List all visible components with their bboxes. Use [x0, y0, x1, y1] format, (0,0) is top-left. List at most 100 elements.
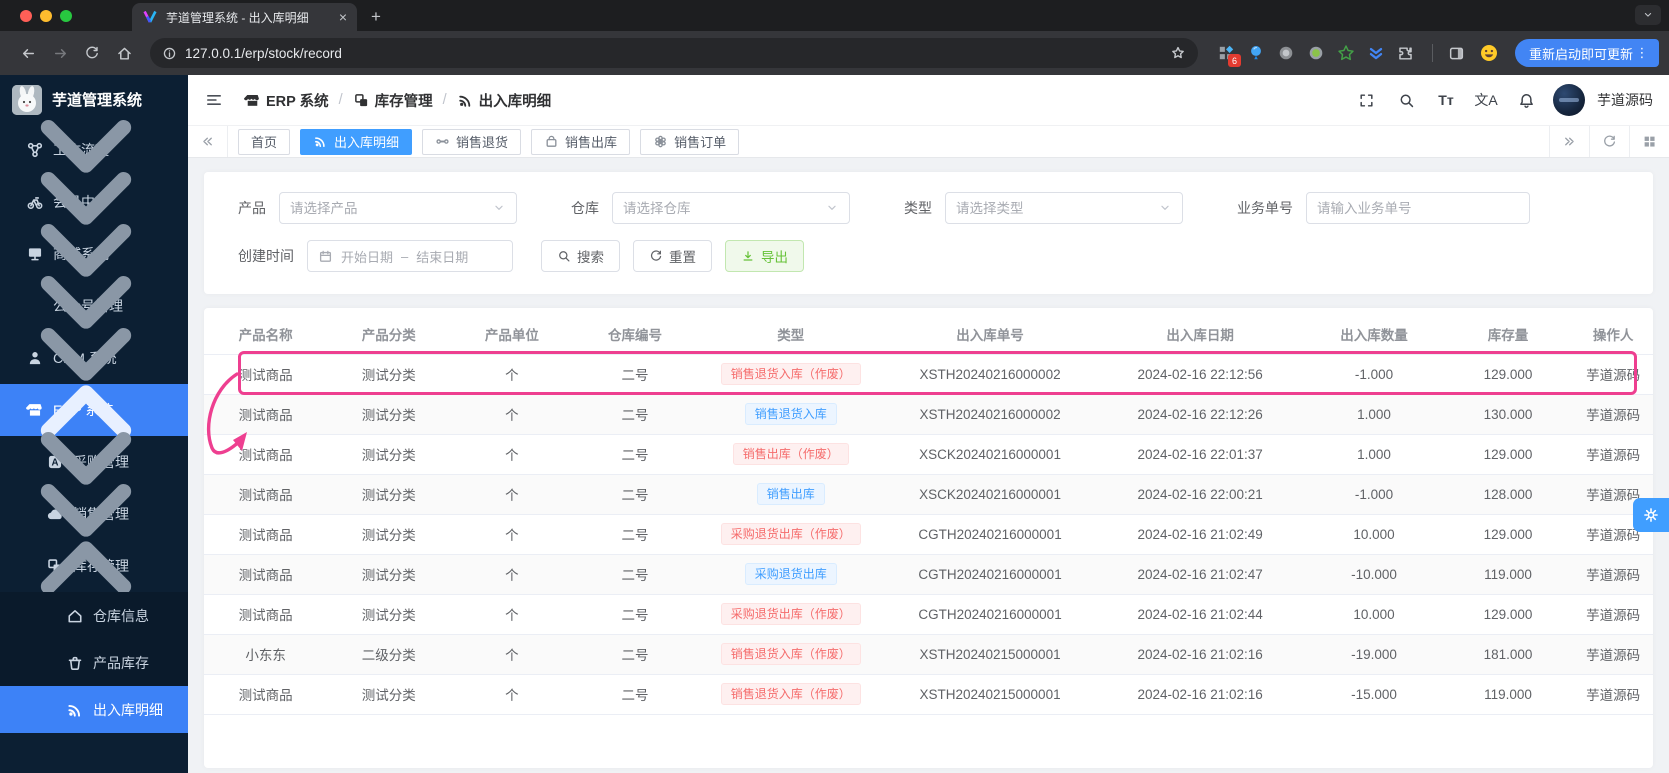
- product-select-input[interactable]: [290, 201, 492, 216]
- breadcrumb-item[interactable]: ERP 系统: [244, 90, 329, 111]
- warehouse-select[interactable]: [612, 192, 850, 224]
- forward-button[interactable]: [46, 39, 74, 67]
- page-tab-销售订单[interactable]: 销售订单: [640, 129, 739, 155]
- browser-menu-icon[interactable]: ⋮: [1635, 45, 1649, 61]
- settings-gear-button[interactable]: [1633, 498, 1669, 532]
- sidebar-item-库存管理[interactable]: 库存管理: [0, 540, 188, 592]
- warehouse-select-input[interactable]: [623, 201, 825, 216]
- page-tab-销售退货[interactable]: 销售退货: [422, 129, 521, 155]
- table-cell: 测试商品: [204, 434, 327, 474]
- sidebar-item-label: 出入库明细: [93, 700, 188, 720]
- type-select[interactable]: [945, 192, 1183, 224]
- fullscreen-icon[interactable]: [1349, 83, 1383, 117]
- notification-bell-icon[interactable]: [1509, 83, 1543, 117]
- tabs-scroll-left-icon[interactable]: [188, 126, 228, 157]
- app-header: ERP 系统 / 库存管理 / 出入库明细 Tт 文A 芋道源码: [188, 75, 1669, 125]
- user-avatar[interactable]: [1553, 84, 1585, 116]
- address-bar[interactable]: 127.0.0.1/erp/stock/record: [150, 38, 1198, 68]
- reset-button[interactable]: 重置: [633, 240, 712, 272]
- page-tab-label: 销售退货: [456, 132, 508, 151]
- font-size-icon[interactable]: Tт: [1429, 83, 1463, 117]
- table-cell: 2024-02-16 21:02:16: [1095, 634, 1305, 674]
- column-header: 出入库日期: [1095, 314, 1305, 354]
- username[interactable]: 芋道源码: [1597, 90, 1653, 110]
- breadcrumb-label: ERP 系统: [266, 90, 329, 111]
- tabs-layout-icon[interactable]: [1629, 126, 1669, 157]
- page-tab-label: 销售出库: [565, 132, 617, 151]
- page-tab-首页[interactable]: 首页: [238, 129, 290, 155]
- sidebar-item-仓库信息[interactable]: 仓库信息: [0, 592, 188, 639]
- browser-tab[interactable]: 芋道管理系统 - 出入库明细 ×: [132, 3, 357, 31]
- page-tab-销售出库[interactable]: 销售出库: [531, 129, 630, 155]
- extension-gray-circle-icon[interactable]: [1276, 43, 1296, 63]
- table-cell: 二号: [573, 354, 696, 394]
- locale-icon[interactable]: 文A: [1469, 83, 1503, 117]
- records-table-card: 产品名称产品分类产品单位仓库编号类型出入库单号出入库日期出入库数量库存量操作人 …: [204, 308, 1653, 768]
- table-cell: 测试商品: [204, 594, 327, 634]
- tabs-scroll-right-icon[interactable]: [1549, 126, 1589, 157]
- tab-search-button[interactable]: [1635, 5, 1661, 25]
- table-cell: 个: [450, 354, 573, 394]
- search-button[interactable]: 搜索: [541, 240, 620, 272]
- date-range-picker[interactable]: 开始日期 – 结束日期: [307, 240, 513, 272]
- end-date-placeholder[interactable]: 结束日期: [416, 247, 468, 266]
- breadcrumb-label: 库存管理: [375, 90, 433, 111]
- chevron-down-icon: [1158, 201, 1172, 215]
- bookmark-star-icon[interactable]: [1170, 45, 1186, 61]
- url-text[interactable]: 127.0.0.1/erp/stock/record: [185, 46, 1162, 61]
- side-panel-icon[interactable]: [1443, 39, 1471, 67]
- reload-button[interactable]: [78, 39, 106, 67]
- new-tab-button[interactable]: +: [357, 7, 395, 31]
- close-tab-icon[interactable]: ×: [339, 9, 347, 25]
- record-icon: [457, 92, 474, 109]
- site-info-icon[interactable]: [162, 46, 177, 61]
- table-row: 测试商品测试分类个二号采购退货出库CGTH202402160000012024-…: [204, 554, 1653, 594]
- page-tab-出入库明细[interactable]: 出入库明细: [300, 129, 412, 155]
- table-cell: 2024-02-16 22:12:26: [1095, 394, 1305, 434]
- bizno-input-wrap[interactable]: [1306, 192, 1530, 224]
- product-select[interactable]: [279, 192, 517, 224]
- table-cell: 2024-02-16 21:02:47: [1095, 554, 1305, 594]
- breadcrumb-separator: /: [337, 92, 345, 108]
- table-cell: 181.000: [1443, 634, 1573, 674]
- table-cell: 10.000: [1305, 514, 1443, 554]
- minimize-window-button[interactable]: [40, 10, 52, 22]
- home-button[interactable]: [110, 39, 138, 67]
- export-button[interactable]: 导出: [725, 240, 804, 272]
- extension-green-circle-icon[interactable]: [1306, 43, 1326, 63]
- collapse-sidebar-icon[interactable]: [198, 84, 230, 116]
- extension-green-star-icon[interactable]: [1336, 43, 1356, 63]
- create-time-label: 创建时间: [238, 246, 294, 266]
- search-icon[interactable]: [1389, 83, 1423, 117]
- type-filter-label: 类型: [904, 198, 932, 218]
- close-window-button[interactable]: [20, 10, 32, 22]
- sidebar-item-出入库明细[interactable]: 出入库明细: [0, 686, 188, 733]
- table-cell: 个: [450, 634, 573, 674]
- extension-double-chevron-icon[interactable]: [1366, 43, 1386, 63]
- breadcrumb-item[interactable]: 出入库明细: [457, 90, 552, 111]
- zoom-window-button[interactable]: [60, 10, 72, 22]
- table-cell: 测试分类: [327, 594, 450, 634]
- stock-icon: [353, 92, 370, 109]
- type-select-input[interactable]: [956, 201, 1158, 216]
- column-header: 类型: [697, 314, 885, 354]
- extension-grid-icon[interactable]: 6: [1216, 43, 1236, 63]
- table-cell: 测试分类: [327, 474, 450, 514]
- profile-avatar[interactable]: [1475, 39, 1503, 67]
- search-icon: [557, 249, 571, 263]
- breadcrumb-item[interactable]: 库存管理: [353, 90, 433, 111]
- bizno-input[interactable]: [1317, 201, 1519, 216]
- table-cell: 芋道源码: [1573, 634, 1653, 674]
- browser-toolbar: 127.0.0.1/erp/stock/record 6 重新启动即可更新 ⋮: [0, 31, 1669, 75]
- tabs-refresh-icon[interactable]: [1589, 126, 1629, 157]
- start-date-placeholder[interactable]: 开始日期: [341, 247, 393, 266]
- table-cell: XSTH20240216000002: [885, 394, 1095, 434]
- extensions-puzzle-icon[interactable]: [1396, 43, 1416, 63]
- type-cell: 采购退货出库（作废）: [697, 514, 885, 554]
- type-badge: 采购退货出库（作废）: [721, 523, 861, 545]
- back-button[interactable]: [14, 39, 42, 67]
- chrome-update-button[interactable]: 重新启动即可更新 ⋮: [1515, 39, 1659, 67]
- sidebar-item-产品库存[interactable]: 产品库存: [0, 639, 188, 686]
- table-cell: 测试分类: [327, 394, 450, 434]
- extension-balloon-icon[interactable]: [1246, 43, 1266, 63]
